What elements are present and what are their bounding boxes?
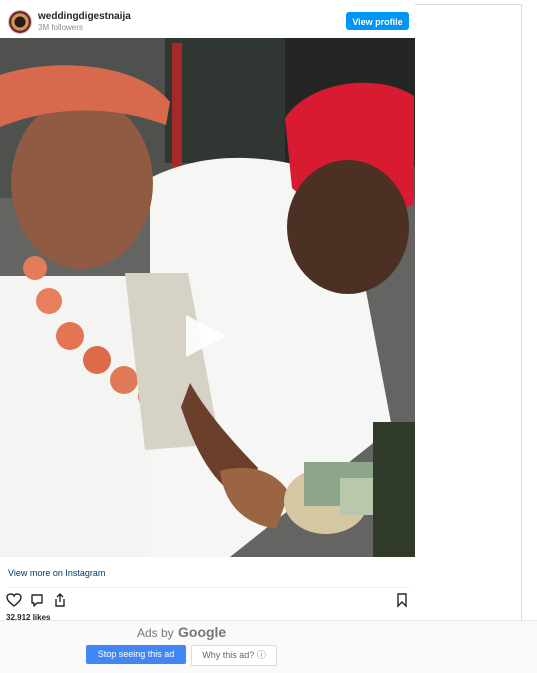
view-more-link[interactable]: View more on Instagram xyxy=(8,568,105,578)
why-this-ad-button[interactable]: Why this ad? ⓘ xyxy=(191,645,277,666)
bookmark-icon[interactable] xyxy=(394,592,410,608)
heart-icon[interactable] xyxy=(6,592,22,608)
wedding-video-frame xyxy=(0,38,415,557)
view-profile-button[interactable]: View profile xyxy=(346,12,409,30)
play-icon[interactable] xyxy=(186,315,226,357)
action-divider xyxy=(8,587,410,588)
share-icon[interactable] xyxy=(52,592,68,608)
comment-icon[interactable] xyxy=(29,592,45,608)
post-header: weddingdigestnaija 3M followers View pro… xyxy=(0,0,415,38)
followers-count: 3M followers xyxy=(38,23,83,32)
google-label: Google xyxy=(178,624,227,640)
username[interactable]: weddingdigestnaija xyxy=(38,11,131,22)
ads-by-label: Ads by xyxy=(137,626,174,640)
embed-border xyxy=(415,4,522,622)
instagram-embed: weddingdigestnaija 3M followers View pro… xyxy=(0,0,537,672)
stop-seeing-ad-button[interactable]: Stop seeing this ad xyxy=(86,645,186,664)
video-post[interactable] xyxy=(0,38,415,557)
avatar[interactable] xyxy=(8,10,32,34)
